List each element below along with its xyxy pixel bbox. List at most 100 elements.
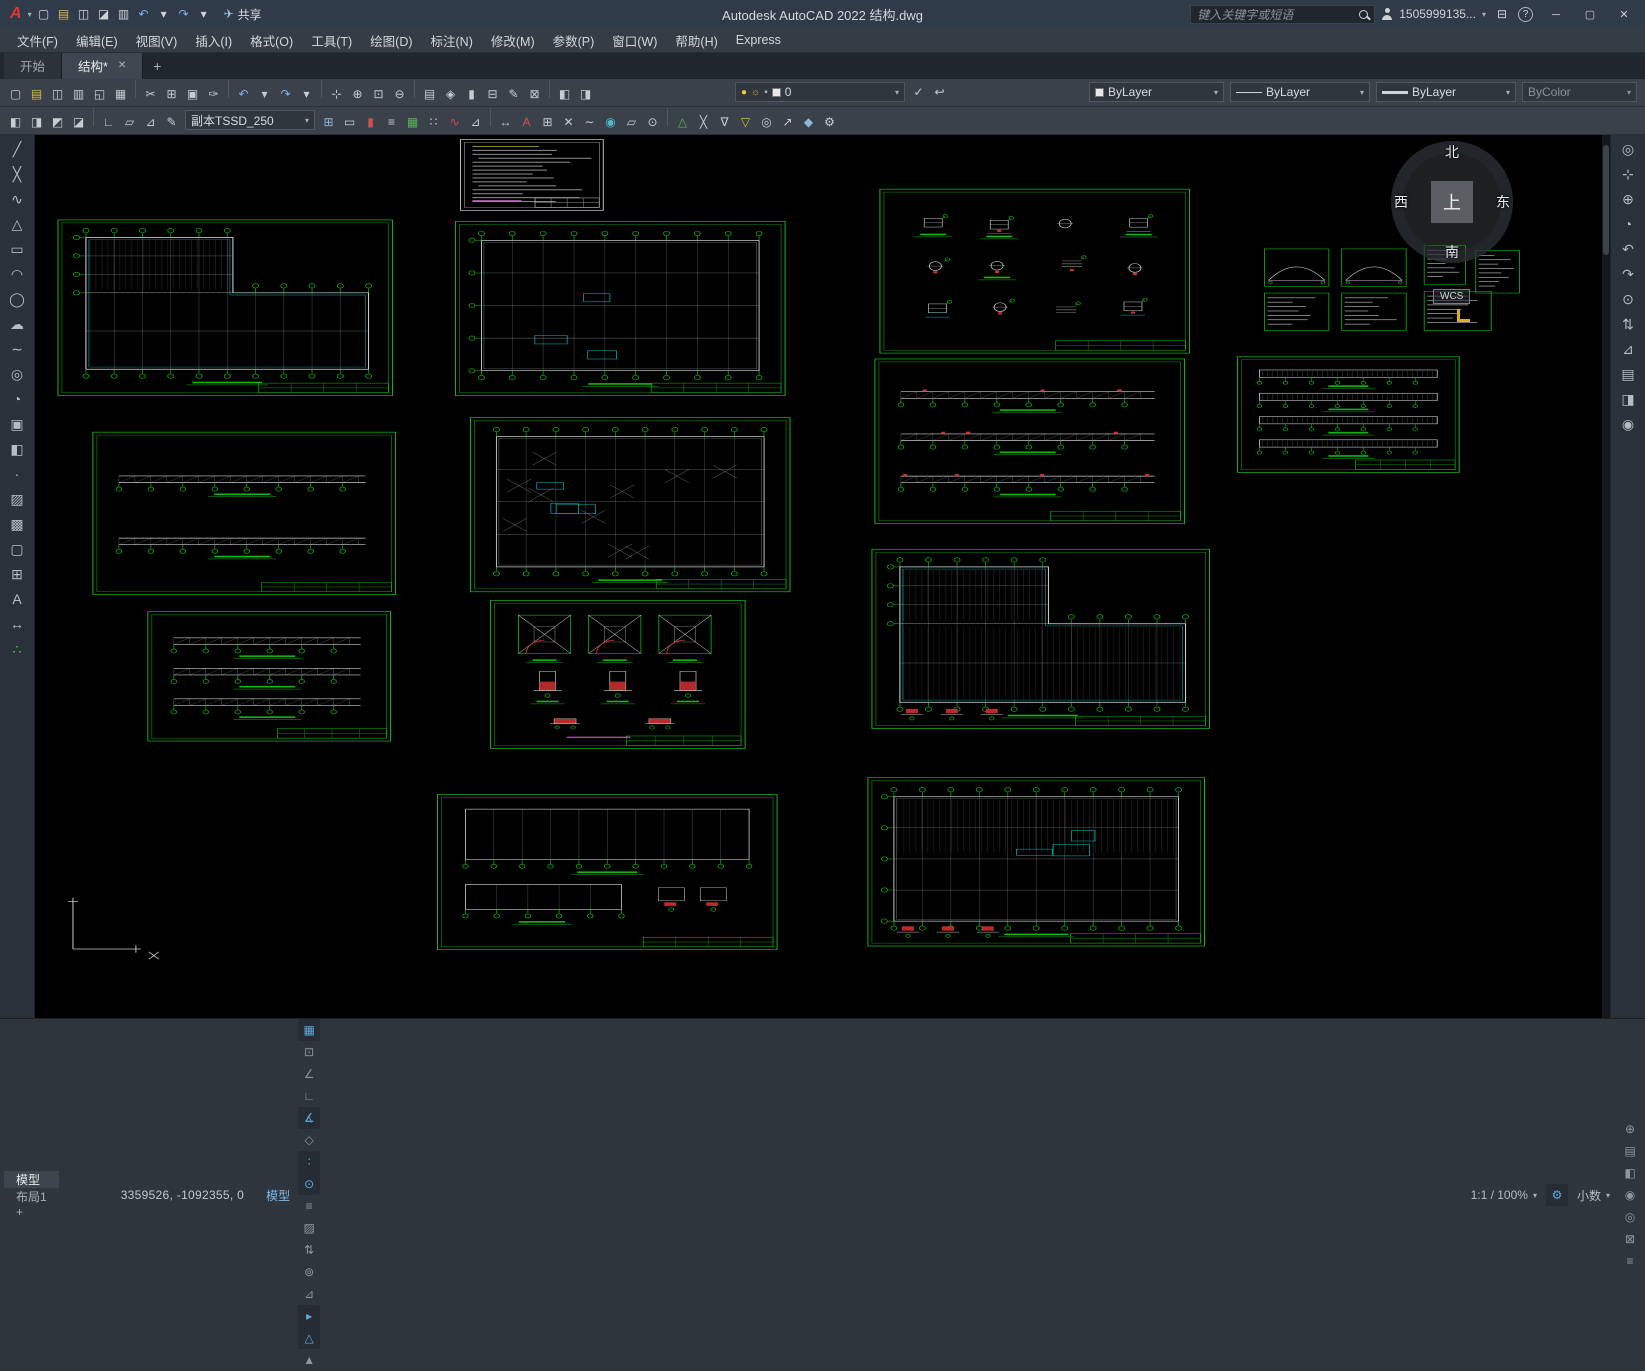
create-block-tool-icon[interactable]: ◧ — [0, 437, 34, 462]
menu-item-8[interactable]: 修改(M) — [482, 29, 544, 52]
text-style-dropdown-icon[interactable]: ▾ — [305, 116, 309, 125]
menu-item-5[interactable]: 工具(T) — [302, 29, 361, 52]
menu-item-2[interactable]: 视图(V) — [127, 29, 187, 52]
revision-cloud-tool-icon[interactable]: ☁ — [0, 312, 34, 337]
multiline-text-tool-icon[interactable]: A — [0, 587, 34, 612]
rectangle-tool-icon[interactable]: ▭ — [0, 237, 34, 262]
transparency-toggle[interactable]: ▨ — [298, 1217, 320, 1239]
point-style-tool-icon[interactable]: ∴ — [0, 637, 34, 662]
save-as-icon[interactable]: ◪ — [94, 4, 114, 24]
compass-north-label[interactable]: 北 — [1445, 142, 1459, 162]
layer-states-icon[interactable]: ◨ — [575, 83, 596, 104]
menu-item-1[interactable]: 编辑(E) — [67, 29, 127, 52]
region-tool-icon[interactable]: ▢ — [0, 537, 34, 562]
roof-bracing-plan-sheet[interactable] — [469, 416, 791, 592]
clean-screen-icon[interactable]: ⊠ — [1619, 1228, 1641, 1250]
undo-list-icon[interactable]: ▾ — [254, 83, 275, 104]
compass-south-label[interactable]: 南 — [1445, 242, 1459, 262]
beam-elevation-sheet[interactable] — [1236, 355, 1460, 473]
undo-dropdown-icon[interactable]: ▾ — [154, 4, 174, 24]
line-tool-icon[interactable]: ╱ — [0, 137, 34, 162]
tssd-break-line-icon[interactable]: ∼ — [579, 111, 600, 132]
plot-icon[interactable]: ▥ — [68, 83, 89, 104]
layer-lock-icon[interactable]: ▪ — [764, 87, 768, 98]
measure-area-icon[interactable]: ▱ — [119, 111, 140, 132]
tssd-brace-icon[interactable]: ╳ — [693, 111, 714, 132]
tssd-node-icon[interactable]: ◉ — [600, 111, 621, 132]
tssd-axis-grid-icon[interactable]: ⊞ — [318, 111, 339, 132]
tssd-rebar-icon[interactable]: ∿ — [444, 111, 465, 132]
tssd-section-icon[interactable]: ⊿ — [465, 111, 486, 132]
match-properties-icon[interactable]: ✑ — [203, 83, 224, 104]
clean-view-icon[interactable]: ◉ — [1611, 412, 1645, 437]
arc-tool-icon[interactable]: ◠ — [0, 262, 34, 287]
units-control[interactable]: 小数 ▾ — [1570, 1184, 1617, 1206]
dynamic-ucs-toggle[interactable]: ⊿ — [298, 1283, 320, 1305]
zoom-realtime-icon[interactable]: ⊕ — [347, 83, 368, 104]
auto-annotation-scale-toggle[interactable]: ▲ — [298, 1349, 320, 1371]
make-layer-current-icon[interactable]: ✓ — [908, 82, 929, 103]
navigation-bar-settings-icon[interactable]: ▤ — [1611, 362, 1645, 387]
menu-item-4[interactable]: 格式(O) — [241, 29, 302, 52]
undo-icon[interactable]: ↶ — [134, 4, 154, 24]
send-to-back-icon[interactable]: ◨ — [26, 111, 47, 132]
look-view-icon[interactable]: ⊙ — [1611, 287, 1645, 312]
hatch-tool-icon[interactable]: ▨ — [0, 487, 34, 512]
text-style-icon[interactable]: ✎ — [161, 111, 182, 132]
tssd-table-icon[interactable]: ⊞ — [537, 111, 558, 132]
linetype-combo-dropdown-icon[interactable]: ▾ — [1360, 88, 1364, 97]
layer-color-swatch[interactable] — [771, 87, 781, 97]
user-dropdown-icon[interactable]: ▾ — [1482, 10, 1486, 19]
spline-tool-icon[interactable]: ∼ — [0, 337, 34, 362]
menu-item-12[interactable]: Express — [727, 29, 790, 52]
pan-hand-icon[interactable]: ⊹ — [1611, 162, 1645, 187]
polyline-tool-icon[interactable]: ∿ — [0, 187, 34, 212]
save-file-icon[interactable]: ◫ — [47, 83, 68, 104]
file-tab-0[interactable]: 开始 — [4, 52, 63, 79]
color-combo-dropdown-icon[interactable]: ▾ — [1214, 88, 1218, 97]
model-space[interactable] — [35, 135, 1610, 1019]
open-folder-icon[interactable]: ▤ — [54, 4, 74, 24]
slab-reinforcement-plan-sheet[interactable] — [871, 548, 1211, 729]
object-snap-tracking-toggle[interactable]: ∶ — [298, 1151, 321, 1173]
plotstyle-combo[interactable]: ByColor ▾ — [1522, 82, 1637, 102]
bring-above-icon[interactable]: ◩ — [47, 111, 68, 132]
tssd-wall-icon[interactable]: ▭ — [339, 111, 360, 132]
tssd-plate-icon[interactable]: ▱ — [621, 111, 642, 132]
polygon-tool-icon[interactable]: △ — [0, 212, 34, 237]
file-tab-1[interactable]: 结构* ✕ — [62, 52, 144, 79]
wcs-dropdown[interactable]: WCS — [1433, 288, 1471, 304]
new-file-icon[interactable]: ▢ — [34, 4, 54, 24]
zoom-window-icon[interactable]: ⊡ — [368, 83, 389, 104]
infer-constraints-toggle[interactable]: ∠ — [298, 1063, 320, 1085]
ellipse-arc-tool-icon[interactable]: ◔ — [0, 387, 34, 412]
tssd-insert-detail-icon[interactable]: ◆ — [798, 111, 819, 132]
compass-east-label[interactable]: 东 — [1496, 192, 1510, 212]
tssd-beam-icon[interactable]: ≡ — [381, 111, 402, 132]
plot-icon[interactable]: ▥ — [114, 4, 134, 24]
paste-clip-icon[interactable]: ▣ — [182, 83, 203, 104]
table-tool-icon[interactable]: ⊞ — [0, 562, 34, 587]
model-space-toggle[interactable]: 模型 — [260, 1187, 296, 1204]
minimize-button[interactable]: ─ — [1539, 1, 1573, 29]
tssd-settings-icon[interactable]: ⚙ — [819, 111, 840, 132]
roof-framing-plan-sheet[interactable] — [57, 219, 394, 396]
layer-combo-dropdown-icon[interactable]: ▾ — [895, 88, 899, 97]
close-tab-icon[interactable]: ✕ — [118, 60, 126, 71]
drawing-canvas[interactable]: 上 北 南 西 东 WCS 命令: '_.zoom指定窗口的角点，输入比例因子 … — [35, 134, 1610, 1019]
polar-tracking-toggle[interactable]: ∡ — [298, 1107, 321, 1129]
new-file-icon[interactable]: ▢ — [5, 83, 26, 104]
tssd-dimension-icon[interactable]: ↔ — [495, 111, 516, 132]
menu-item-0[interactable]: 文件(F) — [8, 29, 67, 52]
app-logo-icon[interactable]: A — [4, 5, 26, 23]
tssd-slab-icon[interactable]: ▦ — [402, 111, 423, 132]
gable-elevation-sheet[interactable] — [147, 610, 392, 741]
design-center-icon[interactable]: ◈ — [440, 83, 461, 104]
tssd-level-mark-icon[interactable]: ∇ — [714, 111, 735, 132]
workspace-switching-icon[interactable]: ⚙ — [1545, 1184, 1568, 1206]
layer-properties-manager-icon[interactable]: ◧ — [554, 83, 575, 104]
truss-elevation-sheet-left[interactable] — [92, 431, 397, 595]
tssd-bolt-icon[interactable]: ⊙ — [642, 111, 663, 132]
layer-walk-icon[interactable]: ◨ — [1611, 387, 1645, 412]
maximize-button[interactable]: ▢ — [1573, 0, 1607, 28]
